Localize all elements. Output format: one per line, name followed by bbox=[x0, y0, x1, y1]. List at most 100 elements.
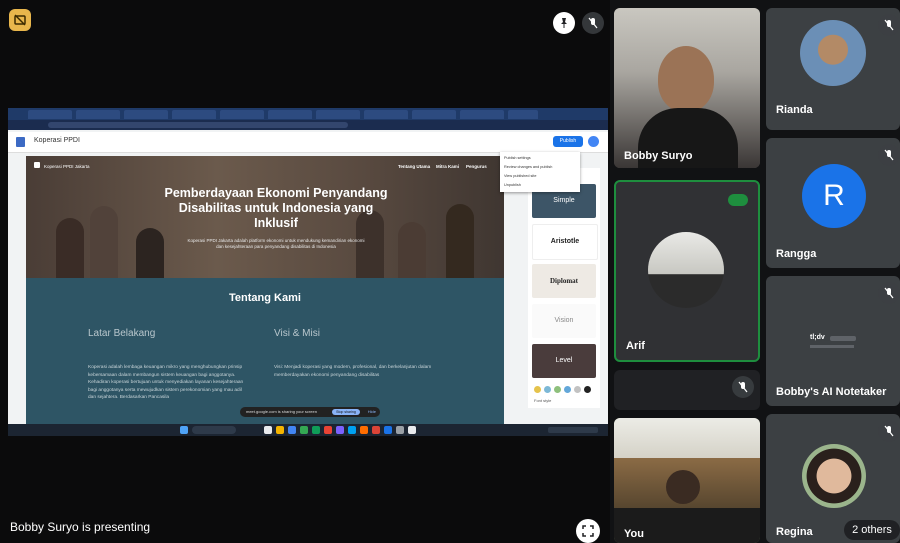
publish-dropdown-menu: Publish settings Review changes and publ… bbox=[500, 152, 580, 192]
participant-tile-blank[interactable] bbox=[614, 370, 760, 410]
color-swatch[interactable] bbox=[534, 386, 541, 393]
hero-photo-figure bbox=[90, 206, 118, 278]
participant-tile-rianda[interactable]: Rianda bbox=[766, 8, 900, 130]
nav-item[interactable]: Tentang Utama bbox=[398, 164, 430, 169]
shared-screen: Koperasi PPDI Publish Koperasi PPDI Jaka… bbox=[8, 108, 608, 436]
account-avatar[interactable] bbox=[588, 136, 599, 147]
browser-tab[interactable] bbox=[460, 110, 504, 119]
participant-tile-notetaker[interactable]: tl;dv Bobby's AI Notetaker bbox=[766, 276, 900, 406]
presenter-label: Bobby Suryo is presenting bbox=[10, 520, 151, 534]
url-field[interactable] bbox=[48, 122, 348, 128]
browser-tab[interactable] bbox=[508, 110, 538, 119]
participant-name: Arif bbox=[626, 340, 645, 352]
start-icon[interactable] bbox=[180, 426, 188, 434]
participant-tile-arif[interactable]: Arif bbox=[614, 180, 760, 362]
toast-text: meet.google.com is sharing your screen bbox=[246, 409, 317, 414]
participant-tile-regina[interactable]: Regina 2 others bbox=[766, 414, 900, 543]
color-swatch[interactable] bbox=[544, 386, 551, 393]
others-count[interactable]: 2 others bbox=[844, 520, 900, 540]
site-logo-text: Koperasi PPDI Jakarta bbox=[44, 164, 90, 169]
taskbar-app-icon[interactable] bbox=[360, 426, 368, 434]
participant-avatar bbox=[802, 444, 866, 508]
taskbar-app-icon[interactable] bbox=[324, 426, 332, 434]
participant-tile-you[interactable]: You bbox=[614, 418, 760, 543]
mic-off-icon bbox=[878, 420, 900, 442]
taskbar-app-icon[interactable] bbox=[384, 426, 392, 434]
hero-photo-figure bbox=[398, 222, 426, 278]
taskbar-app-icon[interactable] bbox=[408, 426, 416, 434]
theme-aristotle[interactable]: Aristotle bbox=[532, 224, 598, 260]
taskbar-app-icon[interactable] bbox=[276, 426, 284, 434]
browser-tab[interactable] bbox=[76, 110, 120, 119]
browser-tab[interactable] bbox=[268, 110, 312, 119]
menu-item[interactable]: Unpublish bbox=[504, 183, 521, 187]
hero-title: Pemberdayaan Ekonomi Penyandang Disabili… bbox=[164, 186, 388, 230]
hide-button[interactable]: Hide bbox=[368, 407, 376, 417]
menu-item[interactable]: Publish settings bbox=[504, 156, 531, 160]
col-left-title: Latar Belakang bbox=[88, 328, 156, 339]
browser-tab[interactable] bbox=[124, 110, 168, 119]
theme-diplomat[interactable]: Diplomat bbox=[532, 264, 596, 298]
browser-tab[interactable] bbox=[28, 110, 72, 119]
hero-photo-figure bbox=[136, 228, 164, 278]
nav-item[interactable]: Pengurus bbox=[466, 164, 487, 169]
mic-off-icon bbox=[878, 282, 900, 304]
color-swatch[interactable] bbox=[564, 386, 571, 393]
site-hero: Koperasi PPDI Jakarta Tentang Utama Mitr… bbox=[26, 156, 504, 278]
participant-name: Rangga bbox=[776, 248, 817, 260]
mic-off-icon bbox=[878, 144, 900, 166]
taskbar-app-icon[interactable] bbox=[396, 426, 404, 434]
taskbar-app-icon[interactable] bbox=[372, 426, 380, 434]
mic-off-icon bbox=[582, 12, 604, 34]
browser-tab[interactable] bbox=[172, 110, 216, 119]
participant-name: Bobby's AI Notetaker bbox=[776, 386, 887, 398]
menu-item[interactable]: Review changes and publish bbox=[504, 165, 552, 169]
participant-avatar bbox=[800, 20, 866, 86]
browser-tab[interactable] bbox=[220, 110, 264, 119]
os-taskbar bbox=[8, 424, 608, 436]
participant-name: Bobby Suryo bbox=[624, 150, 693, 162]
font-style-label[interactable]: Font style bbox=[534, 398, 551, 403]
browser-tab[interactable] bbox=[412, 110, 456, 119]
color-swatch[interactable] bbox=[574, 386, 581, 393]
notetaker-badge bbox=[830, 336, 856, 341]
mic-off-icon bbox=[878, 14, 900, 36]
color-swatch[interactable] bbox=[584, 386, 591, 393]
sites-logo-icon bbox=[16, 137, 25, 147]
participant-tile-rangga[interactable]: R Rangga bbox=[766, 138, 900, 268]
publish-button[interactable]: Publish bbox=[553, 136, 583, 147]
taskbar-app-icon[interactable] bbox=[312, 426, 320, 434]
browser-url-bar bbox=[8, 120, 608, 130]
taskbar-search[interactable] bbox=[192, 426, 236, 434]
presentation-badge-icon[interactable] bbox=[9, 9, 31, 31]
mic-off-icon bbox=[732, 376, 754, 398]
system-tray[interactable] bbox=[548, 427, 598, 433]
themes-panel: Simple Aristotle Diplomat Vision Level F… bbox=[528, 168, 600, 408]
taskbar-app-icon[interactable] bbox=[288, 426, 296, 434]
taskbar-app-icon[interactable] bbox=[348, 426, 356, 434]
color-swatch[interactable] bbox=[554, 386, 561, 393]
speaking-indicator-icon bbox=[728, 194, 748, 206]
pin-icon[interactable] bbox=[553, 12, 575, 34]
fullscreen-icon[interactable] bbox=[576, 519, 600, 543]
hero-photo-figure bbox=[446, 204, 474, 278]
participant-name: Rianda bbox=[776, 104, 813, 116]
browser-tab[interactable] bbox=[316, 110, 360, 119]
stop-sharing-button[interactable]: Stop sharing bbox=[332, 409, 360, 415]
taskbar-app-icon[interactable] bbox=[264, 426, 272, 434]
participant-initial-avatar: R bbox=[802, 164, 866, 228]
theme-vision[interactable]: Vision bbox=[532, 304, 596, 338]
hero-subtitle: Koperasi PPDI Jakarta adalah platform ek… bbox=[187, 238, 365, 249]
taskbar-app-icon[interactable] bbox=[336, 426, 344, 434]
col-right-title: Visi & Misi bbox=[274, 328, 320, 339]
screen-share-toast: meet.google.com is sharing your screen S… bbox=[240, 407, 380, 417]
theme-level[interactable]: Level bbox=[532, 344, 596, 378]
about-section: Tentang Kami Latar Belakang Visi & Misi … bbox=[26, 278, 504, 424]
participant-face bbox=[658, 46, 714, 112]
participant-tile-bobby[interactable]: Bobby Suryo bbox=[614, 8, 760, 168]
browser-tab-bar bbox=[8, 108, 608, 120]
browser-tab[interactable] bbox=[364, 110, 408, 119]
menu-item[interactable]: View published site bbox=[504, 174, 536, 178]
nav-item[interactable]: Mitra Kami bbox=[436, 164, 459, 169]
taskbar-app-icon[interactable] bbox=[300, 426, 308, 434]
